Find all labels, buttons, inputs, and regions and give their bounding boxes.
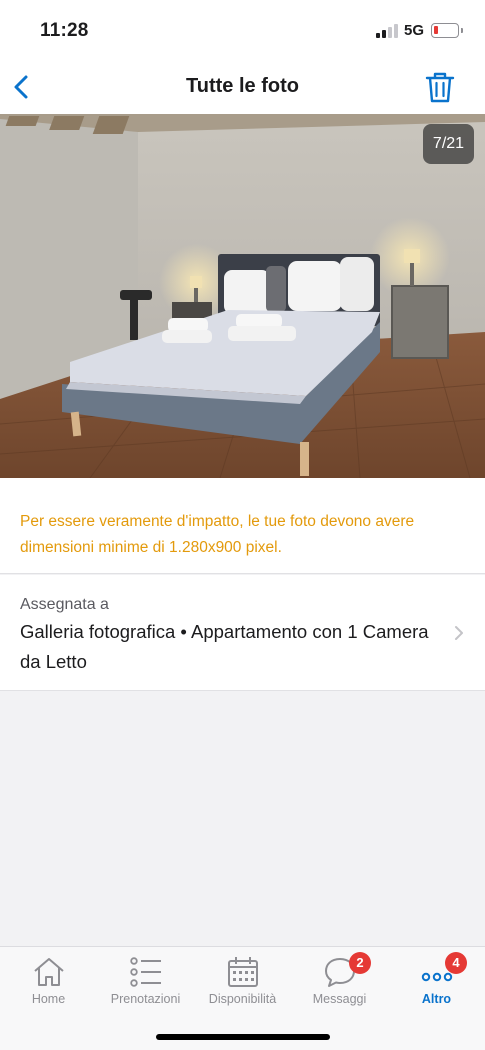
battery-icon: [431, 23, 463, 38]
tab-prenotazioni-label: Prenotazioni: [110, 992, 181, 1006]
tab-disponibilita[interactable]: Disponibilità: [194, 947, 291, 1017]
photo-counter: 7/21: [423, 124, 474, 164]
tab-home-label: Home: [31, 992, 66, 1006]
calendar-icon: [227, 957, 258, 987]
tab-disponibilita-label: Disponibilità: [208, 992, 277, 1006]
messages-badge: 2: [349, 952, 371, 974]
warning-text: Per essere veramente d'impatto, le tue f…: [20, 513, 415, 556]
tab-altro-label: Altro: [421, 992, 452, 1006]
nav-bar: Tutte le foto: [0, 60, 485, 114]
photo-size-warning: Per essere veramente d'impatto, le tue f…: [0, 478, 485, 574]
more-badge: 4: [445, 952, 467, 974]
home-icon: [33, 958, 64, 986]
chevron-right-icon: [455, 626, 463, 640]
tab-messaggi[interactable]: 2 Messaggi: [291, 947, 388, 1017]
signal-icon: [376, 24, 398, 38]
home-indicator: [156, 1034, 330, 1040]
network-type: 5G: [404, 22, 425, 39]
page-title: Tutte le foto: [186, 75, 299, 97]
tab-messaggi-label: Messaggi: [312, 992, 367, 1006]
bedroom-photo[interactable]: [0, 114, 485, 478]
tab-altro[interactable]: 4 Altro: [388, 947, 485, 1017]
trash-icon: [425, 72, 455, 103]
delete-photo-button[interactable]: [422, 68, 458, 106]
assigned-label: Assegnata a: [20, 596, 109, 613]
list-icon: [129, 957, 161, 987]
tab-prenotazioni[interactable]: Prenotazioni: [97, 947, 194, 1017]
assigned-value: Galleria fotografica • Appartamento con …: [20, 621, 429, 672]
screen: 11:28 5G Tutte le foto 7/21 Per essere v…: [0, 0, 485, 1050]
assigned-to-row[interactable]: Assegnata a Galleria fotografica • Appar…: [0, 575, 485, 691]
tab-home[interactable]: Home: [0, 947, 97, 1017]
status-bar: 11:28 5G: [0, 0, 485, 60]
status-time: 11:28: [40, 20, 89, 41]
